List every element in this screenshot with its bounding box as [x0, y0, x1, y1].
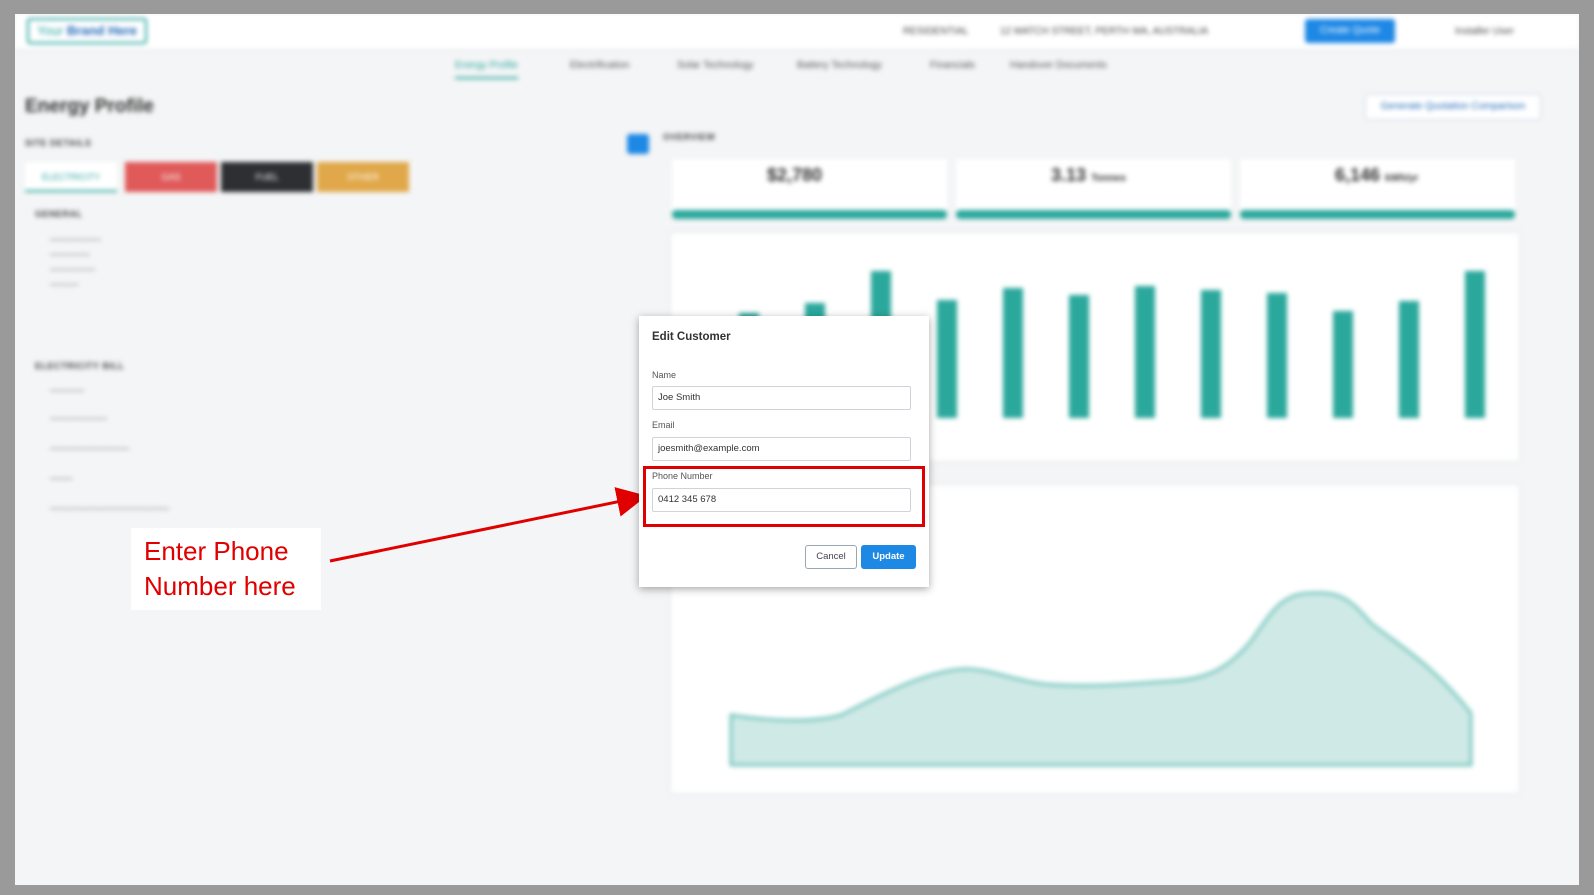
callout-line-1: Enter Phone — [144, 536, 289, 566]
kpi-bar — [1240, 210, 1515, 219]
update-button[interactable]: Update — [861, 545, 916, 569]
chart-bar — [1465, 271, 1485, 418]
generate-comparison-button[interactable]: Generate Quotation Comparison — [1365, 94, 1541, 120]
email-label: Email — [652, 420, 675, 430]
brand-logo: Your Brand Here — [27, 18, 147, 44]
annotation-callout: Enter Phone Number here — [131, 528, 321, 610]
modal-title: Edit Customer — [652, 331, 731, 343]
chart-bar — [1399, 301, 1419, 418]
chart-bar — [1267, 293, 1287, 418]
edit-customer-modal: Edit Customer Name Joe Smith Email joesm… — [639, 316, 929, 587]
chart-bar — [937, 300, 957, 418]
kpi-bar — [672, 210, 947, 219]
chart-bar — [1003, 288, 1023, 418]
list-item: ───────────────────── — [50, 504, 170, 513]
tab-solar-technology[interactable]: Solar Technology — [677, 60, 754, 71]
user-menu[interactable]: Installer User — [1455, 26, 1514, 37]
chart-bar — [1069, 295, 1089, 418]
list-item: ──────── — [50, 265, 96, 274]
kpi-value: $2,780 — [767, 165, 823, 185]
fuel-tab-electricity[interactable]: ELECTRICITY — [25, 162, 117, 192]
fuel-tab-other[interactable]: OTHER — [317, 162, 409, 192]
list-item: ───────── — [50, 235, 102, 244]
electricity-bill-title: ELECTRICITY BILL — [35, 361, 125, 371]
fuel-tab-fuel[interactable]: FUEL — [221, 162, 313, 192]
edit-site-button[interactable] — [627, 134, 649, 154]
kpi-value: 6,146 kWh/yr — [1335, 165, 1419, 185]
tab-energy-profile[interactable]: Energy Profile — [455, 60, 518, 79]
top-bar: Your Brand Here RESIDENTIAL 12 MATCH STR… — [15, 14, 1579, 50]
chart-bar — [1135, 286, 1155, 418]
page-title: Energy Profile — [25, 96, 154, 117]
chart-bar — [1201, 290, 1221, 418]
list-item: ──── — [50, 474, 73, 483]
kpi-bar — [956, 210, 1231, 219]
tab-electrification[interactable]: Electrification — [570, 60, 629, 71]
tab-financials[interactable]: Financials — [930, 60, 975, 71]
cancel-button[interactable]: Cancel — [805, 545, 857, 569]
email-field[interactable]: joesmith@example.com — [652, 437, 911, 461]
callout-line-2: Number here — [144, 571, 296, 601]
tab-battery-technology[interactable]: Battery Technology — [797, 60, 882, 71]
site-details-title: SITE DETAILS — [25, 138, 92, 148]
address: 12 MATCH STREET, PERTH WA, AUSTRALIA — [1000, 26, 1209, 37]
overview-title: OVERVIEW — [663, 132, 716, 142]
kpi-card: 3.13 Tonnes — [956, 159, 1231, 219]
list-item: ────── — [50, 386, 85, 395]
kpi-card: $2,780 — [672, 159, 947, 219]
list-item: ────────── — [50, 414, 107, 423]
general-title: GENERAL — [35, 209, 83, 219]
tab-handover-documents[interactable]: Handover Documents — [1010, 60, 1107, 71]
list-item: ───── — [50, 280, 79, 289]
phone-field-highlight-box — [643, 466, 925, 527]
kpi-card: 6,146 kWh/yr — [1240, 159, 1515, 219]
create-quote-button[interactable]: Create Quote — [1305, 19, 1395, 43]
name-field[interactable]: Joe Smith — [652, 386, 911, 410]
list-item: ────────────── — [50, 444, 130, 453]
list-item: ─────── — [50, 250, 90, 259]
chart-bar — [1333, 311, 1353, 418]
fuel-tab-gas[interactable]: GAS — [125, 162, 217, 192]
kpi-value: 3.13 Tonnes — [1051, 165, 1126, 185]
property-type: RESIDENTIAL — [903, 26, 969, 37]
name-label: Name — [652, 370, 677, 380]
